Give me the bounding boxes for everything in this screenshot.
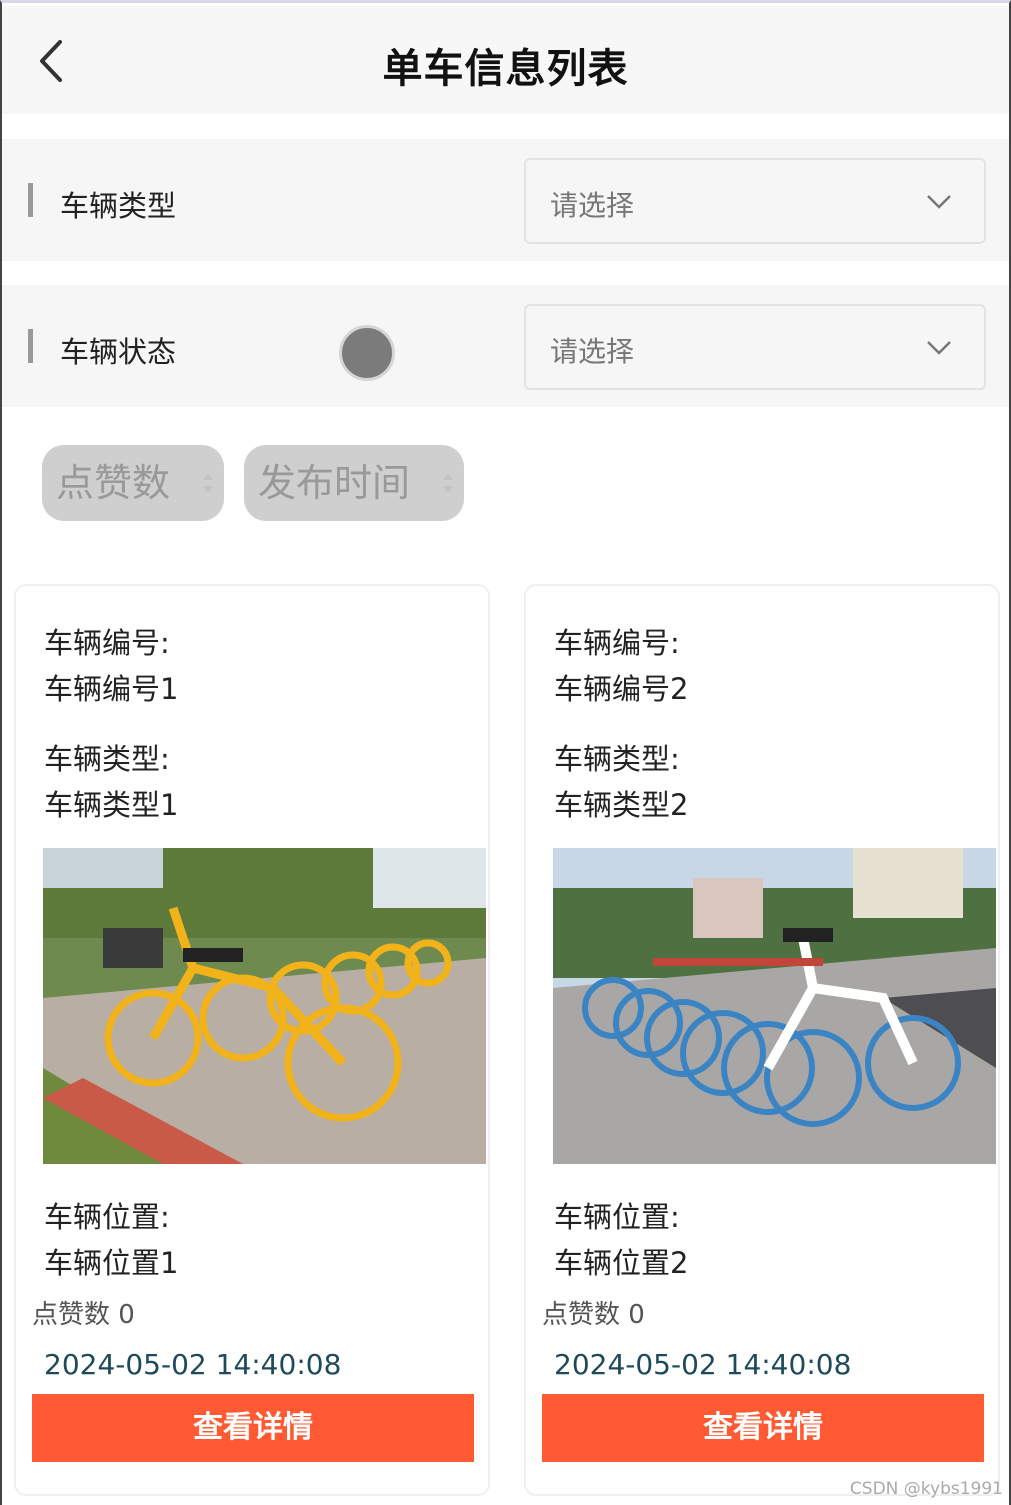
- like-count: 点赞数 0: [542, 1300, 645, 1330]
- vehicle-type-value: 车辆类型1: [44, 788, 179, 822]
- like-count: 点赞数 0: [32, 1300, 135, 1330]
- sort-arrows-icon: [203, 473, 213, 493]
- vehicle-status-label: 车辆状态: [60, 335, 177, 369]
- vehicle-type-label: 车辆类型:: [44, 742, 170, 776]
- view-details-button[interactable]: 查看详情: [542, 1394, 984, 1462]
- vehicle-location-label: 车辆位置:: [44, 1200, 170, 1234]
- vehicle-type-value: 车辆类型2: [554, 788, 689, 822]
- app-frame: 单车信息列表 车辆类型 请选择 车辆状态 请选择 点赞数 发布时间 车辆编号: …: [0, 0, 1011, 1505]
- publish-date: 2024-05-02 14:40:08: [44, 1348, 342, 1381]
- header-bar: 单车信息列表: [2, 6, 1009, 114]
- vehicle-type-filter-row: 车辆类型 请选择: [2, 139, 1009, 261]
- vehicle-type-label: 车辆类型:: [554, 742, 680, 776]
- page-title: 单车信息列表: [382, 46, 629, 92]
- vehicle-number-label: 车辆编号:: [554, 626, 680, 660]
- sort-by-likes-label: 点赞数: [56, 461, 171, 505]
- publish-date: 2024-05-02 14:40:08: [554, 1348, 852, 1381]
- sort-arrows-icon: [443, 473, 453, 493]
- view-details-button[interactable]: 查看详情: [32, 1394, 474, 1462]
- vehicle-location-value: 车辆位置1: [44, 1246, 179, 1280]
- vehicle-status-filter-row: 车辆状态 请选择: [2, 285, 1009, 407]
- vehicle-type-select[interactable]: 请选择: [524, 158, 986, 244]
- bike-card[interactable]: 车辆编号: 车辆编号1 车辆类型: 车辆类型1 车辆位置: 车辆位置1 点赞数 …: [14, 584, 490, 1496]
- vehicle-type-label: 车辆类型: [60, 189, 177, 223]
- bike-card[interactable]: 车辆编号: 车辆编号2 车辆类型: 车辆类型2 车辆位置: 车辆位置2 点赞数 …: [524, 584, 1000, 1496]
- sort-by-time-button[interactable]: 发布时间: [244, 445, 464, 521]
- vehicle-location-value: 车辆位置2: [554, 1246, 689, 1280]
- touch-indicator-dot: [339, 325, 395, 381]
- label-accent-bar: [28, 183, 33, 217]
- vehicle-number-value: 车辆编号2: [554, 672, 689, 706]
- bike-photo-blue[interactable]: [553, 848, 996, 1164]
- vehicle-number-label: 车辆编号:: [44, 626, 170, 660]
- vehicle-location-label: 车辆位置:: [554, 1200, 680, 1234]
- sort-by-likes-button[interactable]: 点赞数: [42, 445, 224, 521]
- bike-photo-yellow[interactable]: [43, 848, 486, 1164]
- watermark: CSDN @kybs1991: [849, 1479, 1003, 1499]
- vehicle-number-value: 车辆编号1: [44, 672, 179, 706]
- chevron-down-icon: [927, 341, 951, 355]
- select-placeholder: 请选择: [550, 335, 635, 368]
- vehicle-status-select[interactable]: 请选择: [524, 304, 986, 390]
- select-placeholder: 请选择: [550, 189, 635, 222]
- label-accent-bar: [28, 329, 33, 363]
- sort-by-time-label: 发布时间: [258, 461, 411, 505]
- chevron-down-icon: [927, 195, 951, 209]
